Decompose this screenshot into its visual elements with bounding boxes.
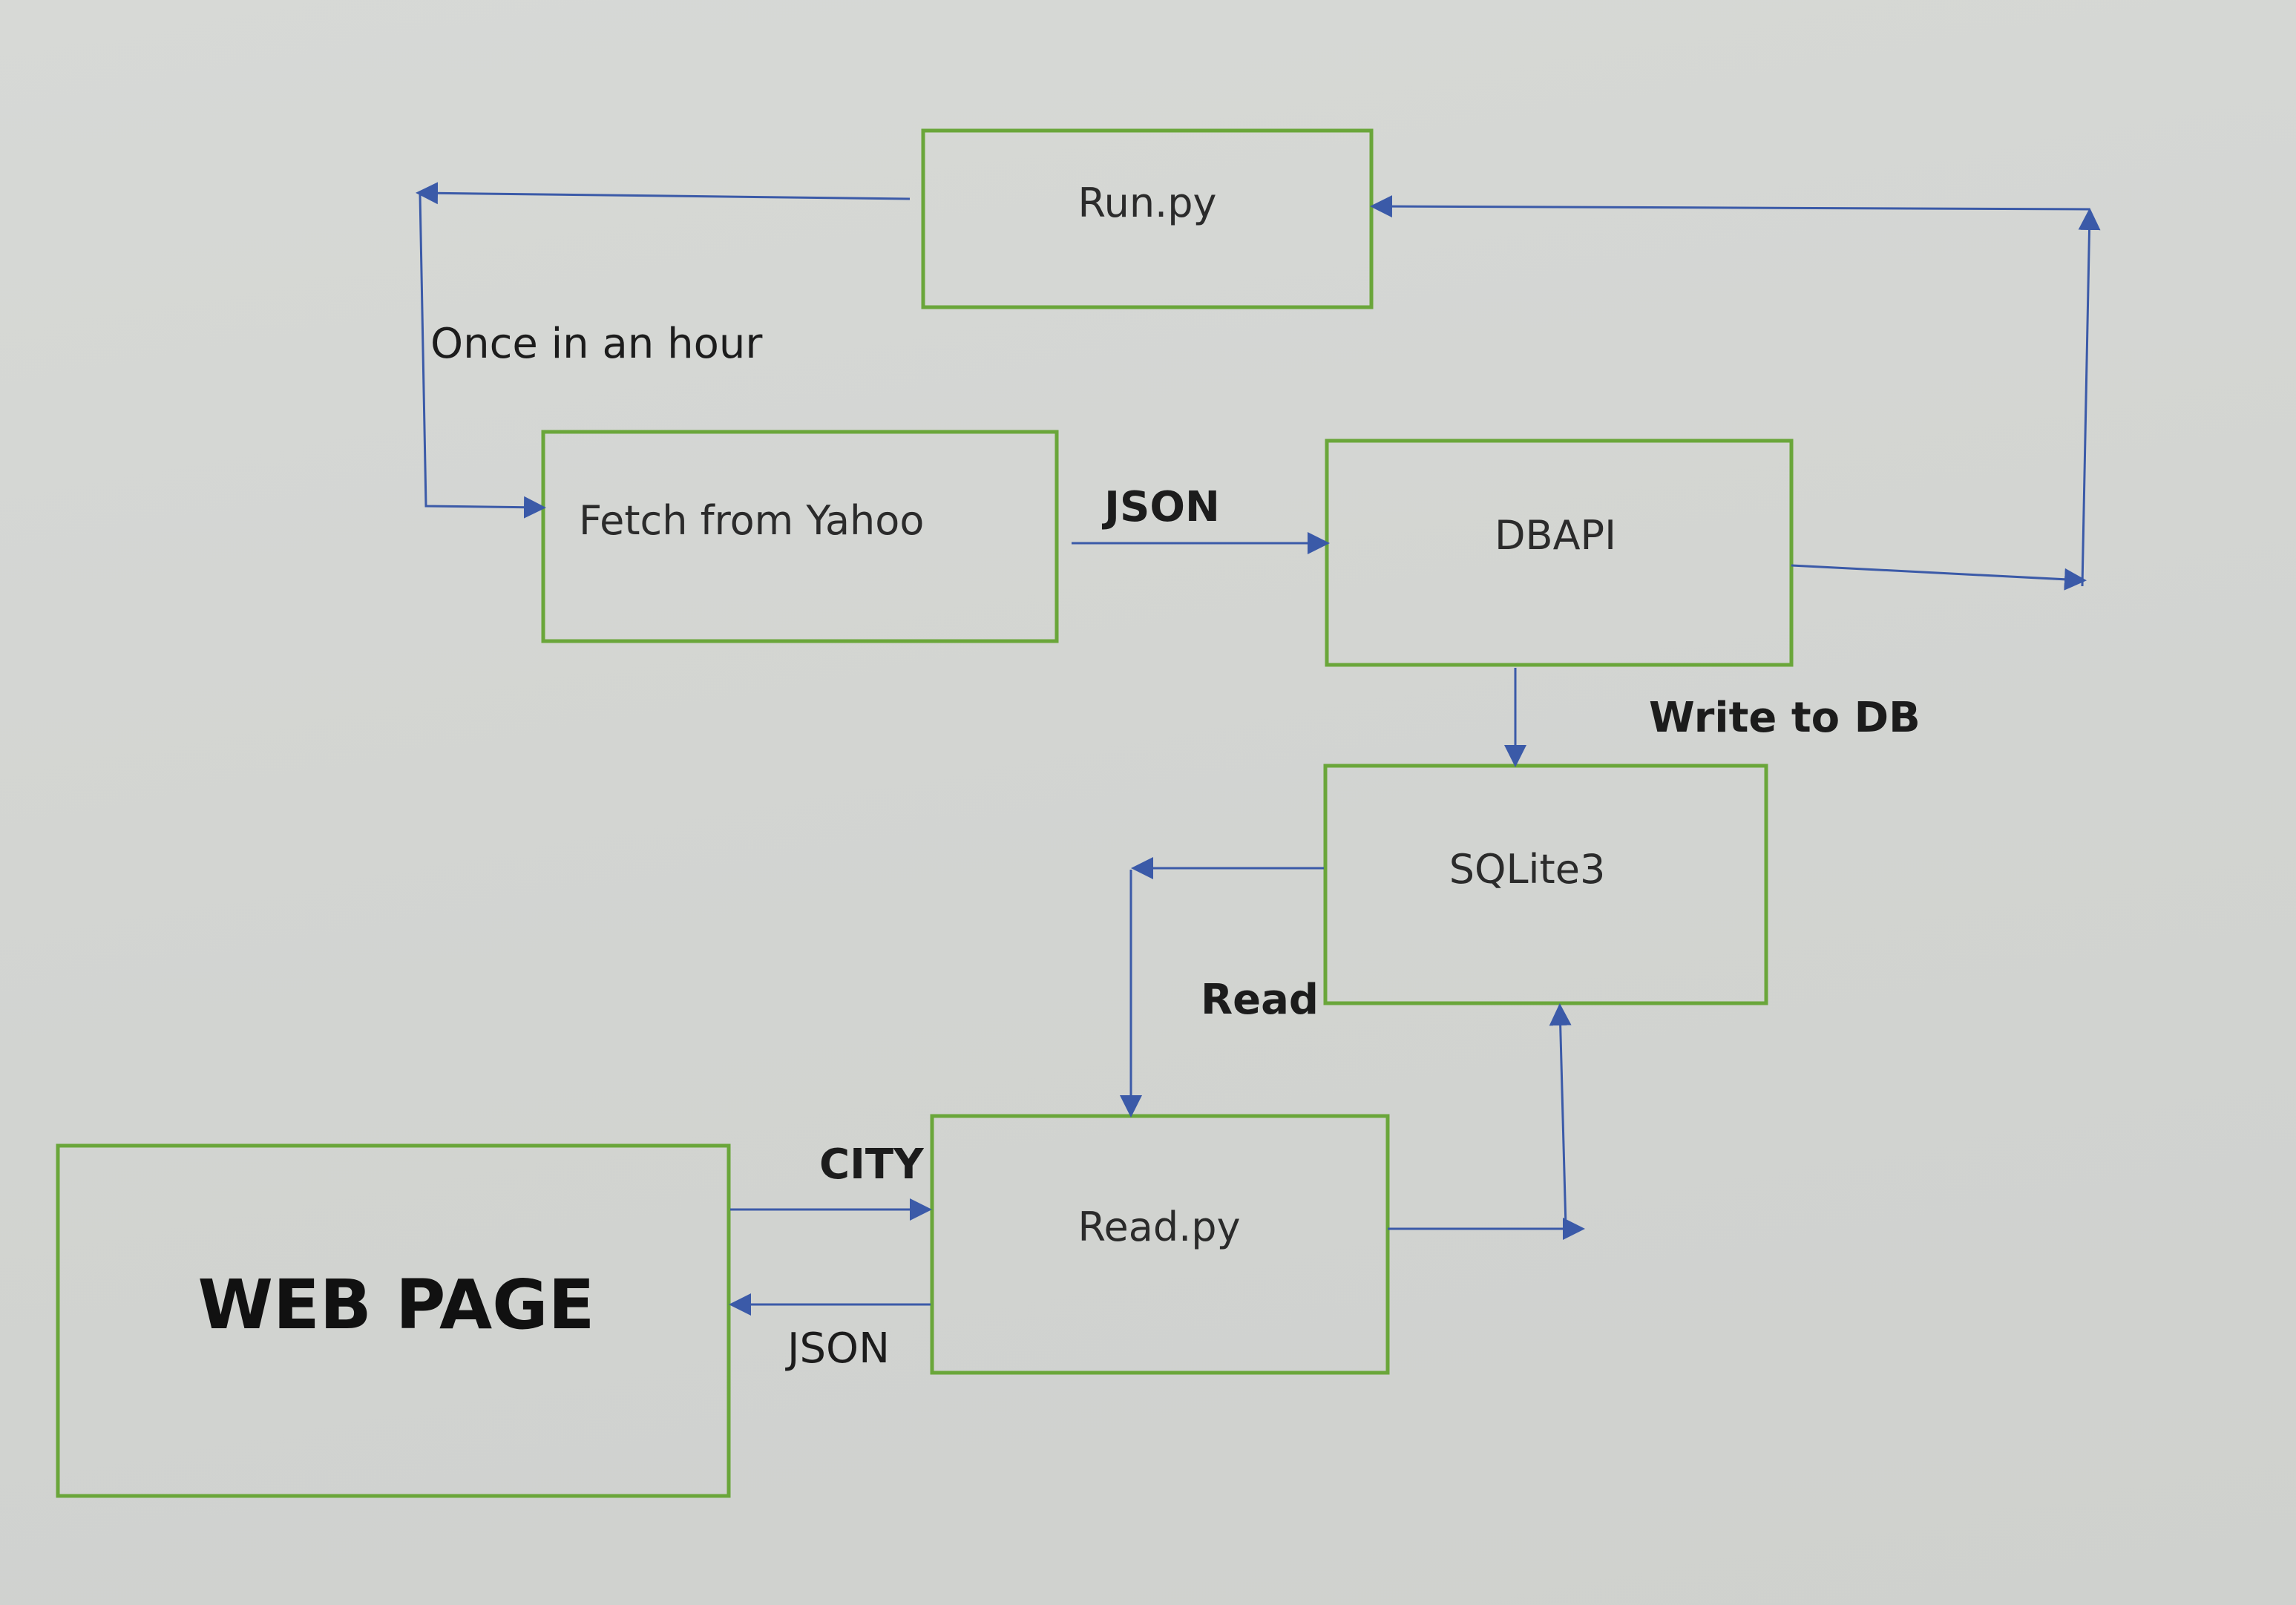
run-py-label: Run.py — [1078, 180, 1217, 226]
json-label-web: JSON — [785, 1325, 890, 1373]
read-py-label: Read.py — [1078, 1204, 1240, 1250]
json-label-fetch: JSON — [1101, 483, 1220, 531]
read-label: Read — [1201, 976, 1319, 1024]
dbapi-to-right-arrow — [1791, 564, 2087, 591]
once-in-an-hour-label: Once in an hour — [430, 320, 763, 368]
up-to-sqlite-arrow — [1549, 1003, 1572, 1228]
fetch-from-yahoo-label: Fetch from Yahoo — [579, 497, 924, 544]
web-page-label: WEB PAGE — [197, 1265, 594, 1345]
run-py-to-left-arrow — [416, 182, 911, 205]
sqlite3-label: SQLite3 — [1449, 846, 1606, 893]
right-up-arrow — [2078, 208, 2101, 587]
write-to-db-label: Write to DB — [1649, 694, 1921, 742]
city-label: CITY — [819, 1140, 925, 1189]
back-to-run-py-arrow — [1370, 195, 2090, 218]
dbapi-label: DBAPI — [1495, 512, 1616, 559]
flow-diagram: Run.py Fetch from Yahoo DBAPI SQLite3 Re… — [56, 128, 2101, 1498]
